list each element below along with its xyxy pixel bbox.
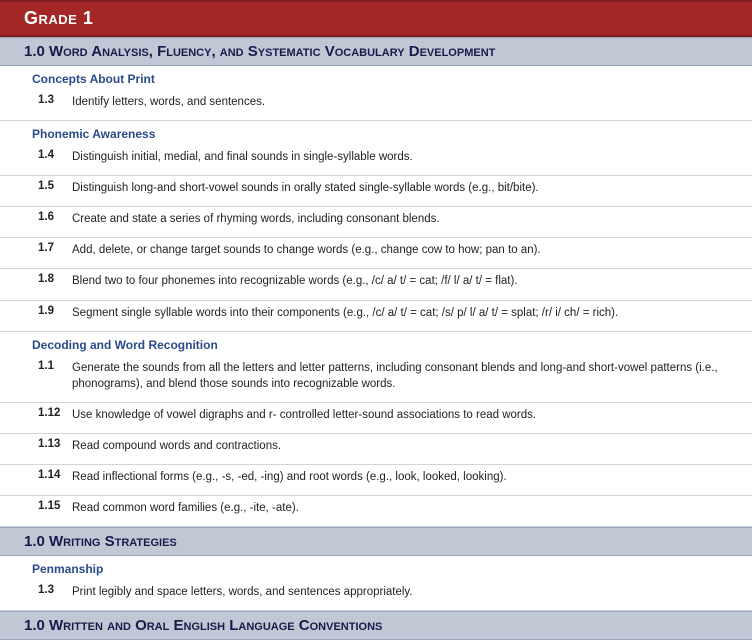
- standard-row: 1.8 Blend two to four phonemes into reco…: [0, 269, 752, 300]
- standard-number: 1.8: [38, 273, 72, 285]
- standard-row: 1.14 Read inflectional forms (e.g., -s, …: [0, 465, 752, 496]
- subsection-title: Decoding and Word Recognition: [0, 332, 752, 356]
- standard-text: Read compound words and contractions.: [72, 438, 742, 454]
- standard-row: 1.3 Print legibly and space letters, wor…: [0, 580, 752, 611]
- standard-row: 1.1 Generate the sounds from all the let…: [0, 356, 752, 403]
- standard-row: 1.15 Read common word families (e.g., -i…: [0, 496, 752, 527]
- grade-header: Grade 1: [0, 0, 752, 37]
- standard-number: 1.1: [38, 360, 72, 372]
- standard-number: 1.3: [38, 584, 72, 596]
- standard-number: 1.5: [38, 180, 72, 192]
- standard-number: 1.14: [38, 469, 72, 481]
- standard-number: 1.4: [38, 149, 72, 161]
- section-heading: 1.0 Writing Strategies: [0, 527, 752, 556]
- standard-text: Distinguish initial, medial, and final s…: [72, 149, 742, 165]
- standard-text: Read inflectional forms (e.g., -s, -ed, …: [72, 469, 742, 485]
- standard-number: 1.15: [38, 500, 72, 512]
- standard-text: Add, delete, or change target sounds to …: [72, 242, 742, 258]
- standard-number: 1.6: [38, 211, 72, 223]
- standard-row: 1.5 Distinguish long-and short-vowel sou…: [0, 176, 752, 207]
- standard-text: Identify letters, words, and sentences.: [72, 94, 742, 110]
- standard-row: 1.13 Read compound words and contraction…: [0, 434, 752, 465]
- standard-number: 1.13: [38, 438, 72, 450]
- standard-text: Use knowledge of vowel digraphs and r- c…: [72, 407, 742, 423]
- section-heading: 1.0 Written and Oral English Language Co…: [0, 611, 752, 640]
- standard-number: 1.12: [38, 407, 72, 419]
- standard-row: 1.12 Use knowledge of vowel digraphs and…: [0, 403, 752, 434]
- section-heading: 1.0 Word Analysis, Fluency, and Systemat…: [0, 37, 752, 66]
- standard-text: Generate the sounds from all the letters…: [72, 360, 742, 392]
- standard-text: Segment single syllable words into their…: [72, 305, 742, 321]
- standard-text: Print legibly and space letters, words, …: [72, 584, 742, 600]
- standard-row: 1.9 Segment single syllable words into t…: [0, 301, 752, 332]
- standard-text: Create and state a series of rhyming wor…: [72, 211, 742, 227]
- subsection-title: Concepts About Print: [0, 66, 752, 90]
- standard-row: 1.4 Distinguish initial, medial, and fin…: [0, 145, 752, 176]
- standard-row: 1.6 Create and state a series of rhyming…: [0, 207, 752, 238]
- standard-number: 1.3: [38, 94, 72, 106]
- standard-number: 1.7: [38, 242, 72, 254]
- standard-text: Read common word families (e.g., -ite, -…: [72, 500, 742, 516]
- standard-number: 1.9: [38, 305, 72, 317]
- standard-text: Distinguish long-and short-vowel sounds …: [72, 180, 742, 196]
- standard-row: 1.7 Add, delete, or change target sounds…: [0, 238, 752, 269]
- subsection-title: Phonemic Awareness: [0, 121, 752, 145]
- subsection-title: Penmanship: [0, 556, 752, 580]
- standard-row: 1.3 Identify letters, words, and sentenc…: [0, 90, 752, 121]
- standard-text: Blend two to four phonemes into recogniz…: [72, 273, 742, 289]
